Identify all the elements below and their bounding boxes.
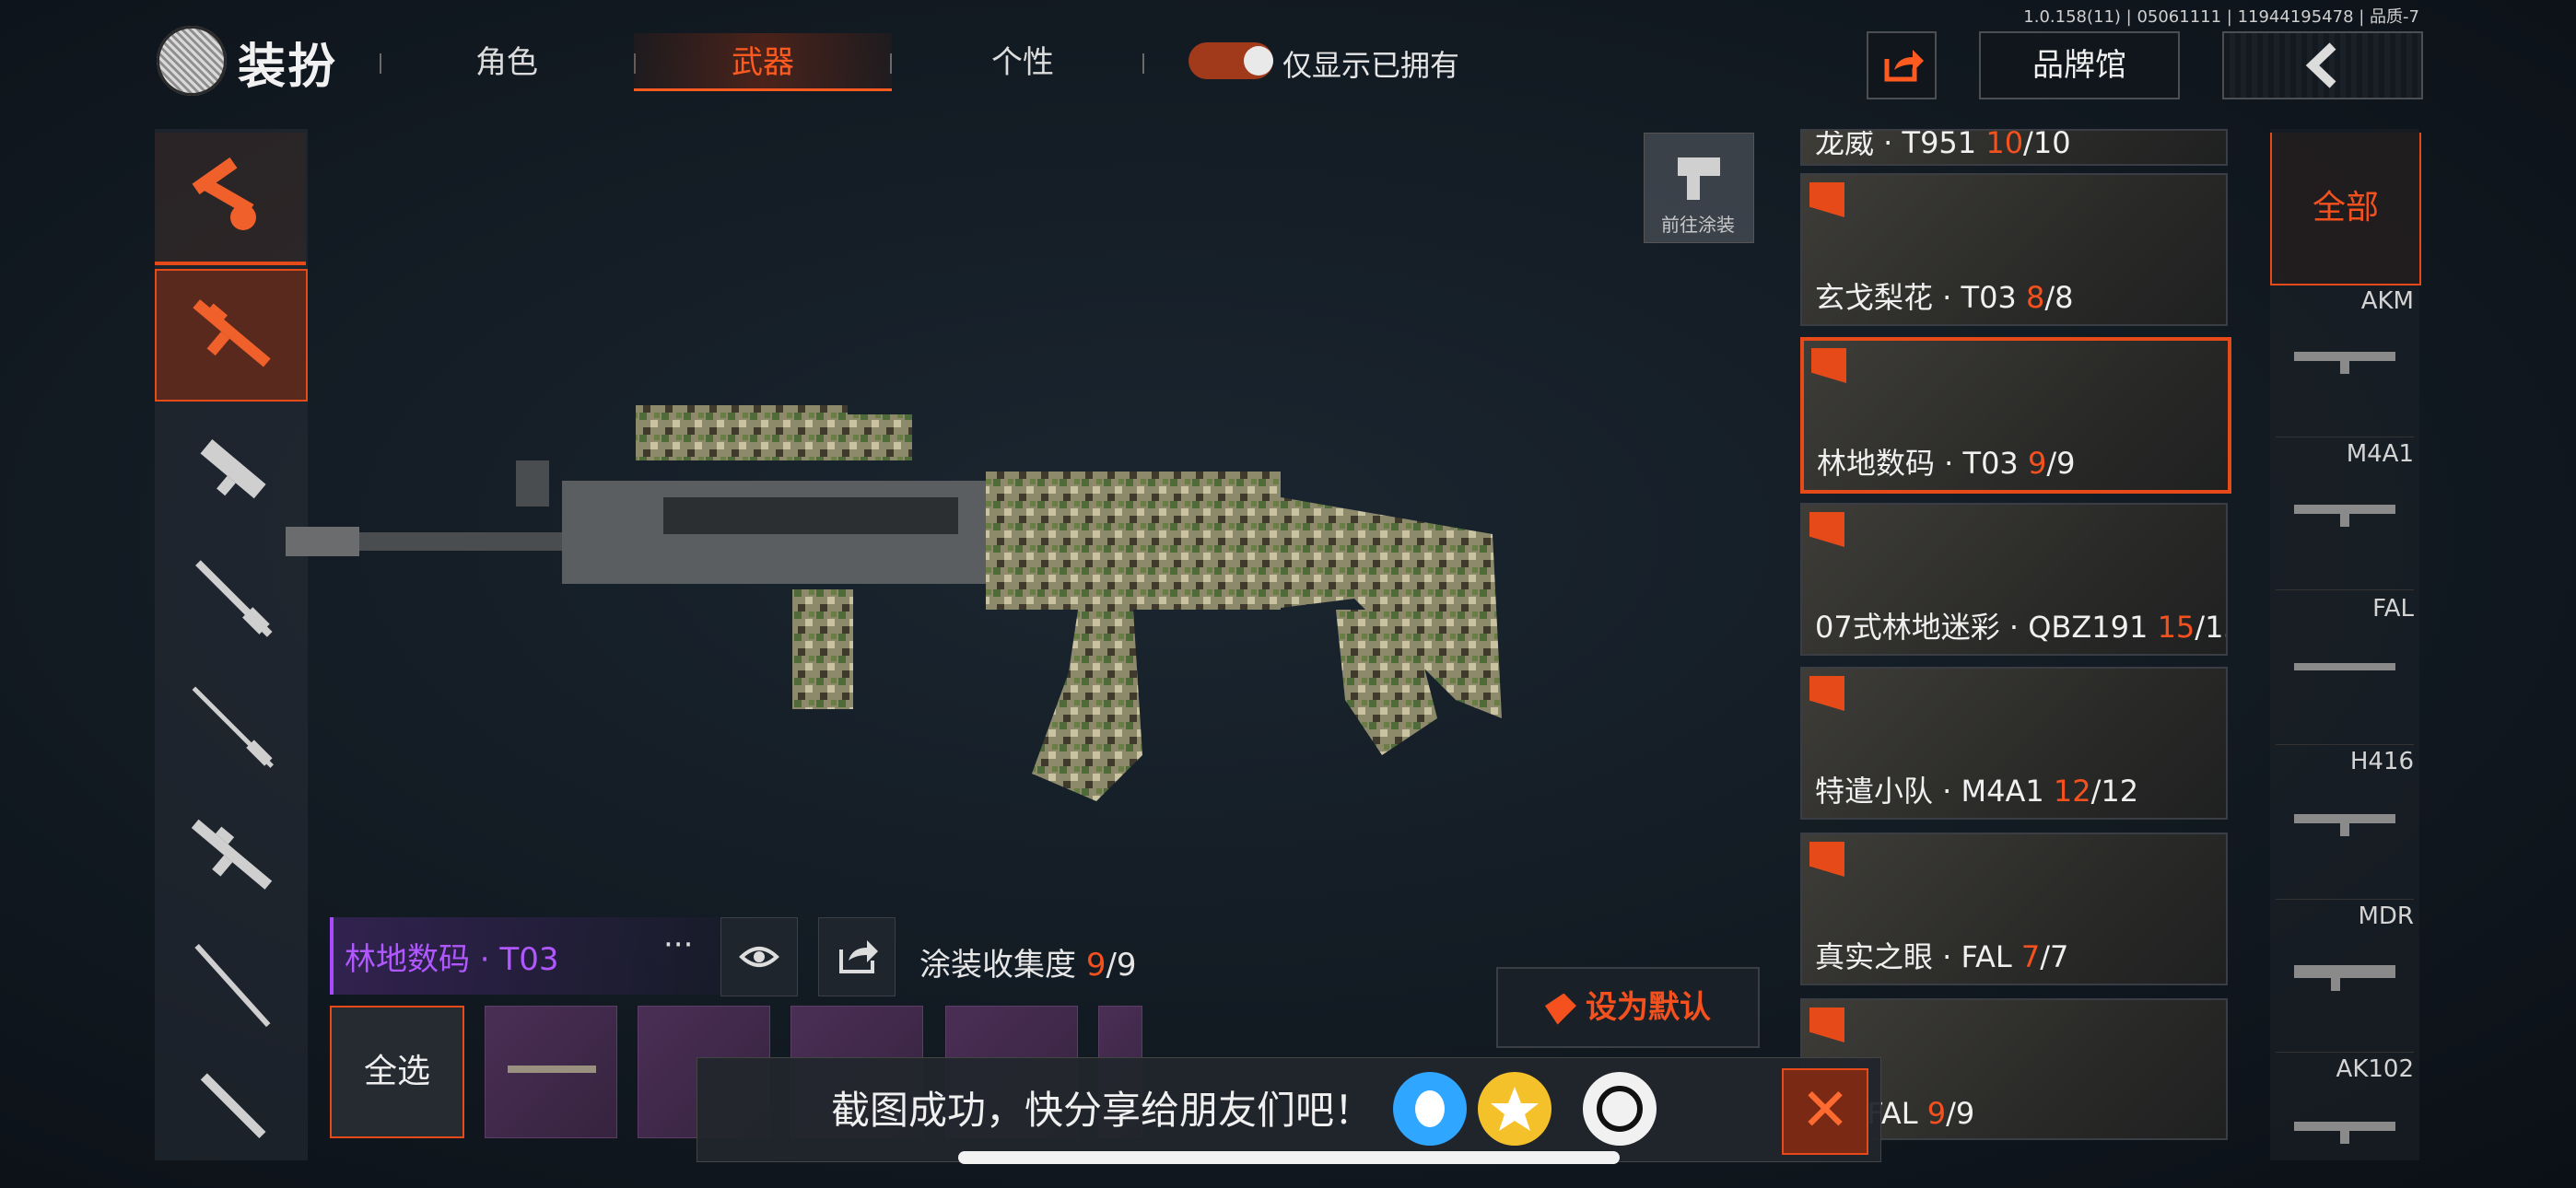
qzone-share-button[interactable]: [1478, 1072, 1551, 1146]
skin-part-thumbnail[interactable]: [485, 1006, 617, 1138]
spray-badge-icon: [1809, 842, 1844, 877]
tab-divider: [890, 53, 892, 74]
category-h416[interactable]: H416: [2270, 748, 2414, 775]
skin-collection-progress: 涂装收集度 9/9: [919, 947, 1137, 984]
pistol-icon: [200, 1073, 266, 1139]
sidebar-item-pistol[interactable]: [155, 1050, 308, 1160]
skin-share-button[interactable]: [818, 917, 896, 996]
toast-message: 截图成功，快分享给朋友们吧！: [831, 1088, 1374, 1133]
category-ak102[interactable]: AK102: [2270, 1055, 2414, 1083]
rifle-icon: [193, 299, 271, 367]
skin-card-label: 07式林地迷彩 · QBZ191 15/15: [1815, 610, 2226, 645]
weapons-all-icon: [192, 157, 256, 230]
category-all[interactable]: 全部: [2270, 133, 2421, 285]
skin-card-label: 龙威 · T951 10/10: [1815, 129, 2071, 160]
globe-logo-icon: [157, 26, 227, 96]
skin-card[interactable]: 玄戈梨花 · T03 8/8: [1800, 173, 2228, 326]
qq-share-button[interactable]: [1393, 1072, 1467, 1146]
rifle-thumbnail-icon: [508, 1066, 596, 1073]
skin-card[interactable]: 龙威 · T951 10/10: [1800, 129, 2228, 166]
spray-gun-icon: [1678, 157, 1720, 200]
tab-character[interactable]: 角色: [433, 37, 580, 82]
ak102-icon: [2294, 1122, 2395, 1144]
tab-personality[interactable]: 个性: [949, 37, 1096, 82]
other-share-button[interactable]: [1583, 1072, 1657, 1146]
tab-divider: [1142, 53, 1144, 74]
category-divider: [2276, 744, 2414, 745]
sidebar-item-all-weapons[interactable]: [155, 133, 306, 265]
category-fal[interactable]: FAL: [2270, 595, 2414, 623]
eye-icon: [739, 947, 779, 967]
skin-card-label: 林地数码 · T03 9/9: [1817, 446, 2076, 481]
category-divider: [2276, 1052, 2414, 1053]
category-akm[interactable]: AKM: [2270, 287, 2414, 315]
spray-badge-icon: [1809, 1007, 1844, 1042]
share-icon: [1884, 50, 1924, 82]
page-title: 装扮: [238, 40, 338, 95]
m4a1-icon: [2294, 505, 2395, 527]
weapon-preview-image[interactable]: [286, 368, 1806, 884]
chevron-left-icon: [2305, 42, 2336, 88]
skin-card[interactable]: 07式林地迷彩 · QBZ191 15/15: [1800, 503, 2228, 656]
spray-badge-icon: [1809, 512, 1844, 547]
share-icon: [839, 940, 878, 973]
akm-icon: [2294, 352, 2395, 374]
spray-icon: [1545, 993, 1576, 1025]
close-toast-button[interactable]: ✕: [1782, 1068, 1868, 1155]
preview-button[interactable]: [720, 917, 798, 996]
toggle-knob: [1244, 46, 1273, 76]
skin-card[interactable]: 特遣小队 · M4A1 12/12: [1800, 667, 2228, 820]
fal-icon: [2294, 663, 2395, 670]
category-mdr[interactable]: MDR: [2270, 903, 2414, 930]
skin-card-label: 特遣小队 · M4A1 12/12: [1815, 774, 2139, 809]
spray-badge-icon: [1809, 676, 1844, 711]
category-m4a1[interactable]: M4A1: [2270, 440, 2414, 468]
spray-badge-icon: [1809, 182, 1844, 217]
spray-badge-icon: [1811, 348, 1846, 383]
h416-icon: [2294, 814, 2395, 836]
current-skin-name: 林地数码 · T03: [345, 941, 559, 978]
skin-card-label: 真实之眼 · FAL 7/7: [1815, 939, 2069, 974]
qq-icon: [1415, 1090, 1445, 1127]
category-divider: [2276, 589, 2414, 590]
home-indicator: [958, 1151, 1620, 1164]
more-options-button[interactable]: ···: [663, 926, 693, 963]
community-icon: [1597, 1086, 1643, 1132]
brand-hall-button[interactable]: 品牌馆: [1979, 31, 2180, 99]
share-button[interactable]: [1867, 31, 1937, 99]
skin-card[interactable]: 真实之眼 · FAL 7/7: [1800, 833, 2228, 985]
version-info: 1.0.158(11) | 05061111 | 11944195478 | 品…: [2023, 7, 2419, 27]
skin-card-selected[interactable]: 林地数码 · T03 9/9: [1800, 337, 2231, 494]
tab-divider: [380, 53, 381, 74]
marksman-icon: [194, 943, 271, 1028]
select-all-button[interactable]: 全选: [330, 1006, 464, 1138]
star-icon: [1491, 1087, 1539, 1131]
mdr-icon: [2294, 965, 2395, 991]
skin-card-label: 玄戈梨花 · T03 8/8: [1815, 280, 2074, 315]
owned-only-label: 仅显示已拥有: [1282, 48, 1460, 83]
sidebar-item-marksman[interactable]: [155, 921, 308, 1050]
set-default-button[interactable]: 设为默认: [1496, 967, 1760, 1048]
goto-paint-label: 前往涂装: [1661, 214, 1735, 236]
category-divider: [2276, 899, 2414, 900]
back-button[interactable]: [2222, 31, 2423, 99]
tab-weapon[interactable]: 武器: [634, 37, 892, 82]
